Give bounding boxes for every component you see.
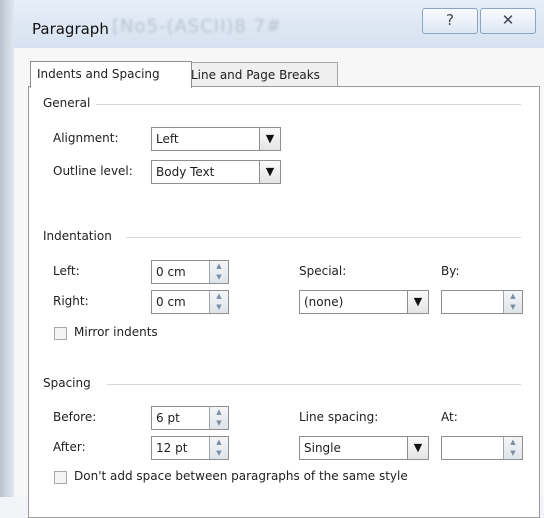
close-icon: ✕ <box>501 11 515 29</box>
blurred-title-text: [No5-(ASCII)8 7# <box>112 16 283 37</box>
mirror-indents-label: Mirror indents <box>74 325 158 339</box>
line-spacing-label: Line spacing: <box>299 410 379 424</box>
right-indent-value: 0 cm <box>156 295 186 309</box>
by-input[interactable]: ▲ ▼ <box>441 290 523 314</box>
close-button[interactable]: ✕ <box>480 8 536 34</box>
spin-arrows-icon[interactable]: ▲ ▼ <box>209 407 228 429</box>
left-indent-label: Left: <box>53 264 80 278</box>
outline-level-dropdown[interactable]: Body Text ▼ <box>151 160 281 184</box>
dialog-body: Indents and Spacing Line and Page Breaks… <box>14 48 544 518</box>
general-rule <box>96 104 521 105</box>
help-button[interactable]: ? <box>422 8 478 34</box>
line-spacing-dropdown[interactable]: Single ▼ <box>299 436 429 460</box>
tab-line-and-page-breaks-label: Line and Page Breaks <box>191 68 320 82</box>
before-spacing-value: 6 pt <box>156 411 180 425</box>
spin-arrows-icon[interactable]: ▲ ▼ <box>503 291 522 313</box>
spin-arrows-icon[interactable]: ▲ ▼ <box>503 437 522 459</box>
indentation-rule <box>126 237 521 238</box>
right-indent-label: Right: <box>53 294 89 308</box>
tab-line-and-page-breaks[interactable]: Line and Page Breaks <box>184 62 338 87</box>
dialog-title: Paragraph <box>32 20 109 38</box>
before-spacing-input[interactable]: 6 pt ▲ ▼ <box>151 406 229 430</box>
chevron-down-icon[interactable]: ▼ <box>259 128 280 150</box>
left-window-shadow <box>0 0 14 497</box>
special-value: (none) <box>304 295 344 309</box>
outline-level-value: Body Text <box>156 165 215 179</box>
before-label: Before: <box>53 410 97 424</box>
outline-level-label: Outline level: <box>53 164 133 178</box>
spin-arrows-icon[interactable]: ▲ ▼ <box>209 437 228 459</box>
after-spacing-value: 12 pt <box>156 441 188 455</box>
special-label: Special: <box>299 264 347 278</box>
spin-arrows-icon[interactable]: ▲ ▼ <box>209 261 228 283</box>
at-input[interactable]: ▲ ▼ <box>441 436 523 460</box>
tab-panel: General Alignment: Left ▼ Outline level:… <box>28 86 540 518</box>
mirror-indents-checkbox[interactable] <box>54 327 67 340</box>
paragraph-dialog-frame: Paragraph [No5-(ASCII)8 7# ? ✕ Indents a… <box>0 0 544 518</box>
at-label: At: <box>441 410 458 424</box>
special-dropdown[interactable]: (none) ▼ <box>299 290 429 314</box>
by-label: By: <box>441 264 460 278</box>
after-spacing-input[interactable]: 12 pt ▲ ▼ <box>151 436 229 460</box>
indentation-heading: Indentation <box>43 229 112 243</box>
question-mark-icon: ? <box>446 11 454 29</box>
spin-arrows-icon[interactable]: ▲ ▼ <box>209 291 228 313</box>
left-indent-input[interactable]: 0 cm ▲ ▼ <box>151 260 229 284</box>
chevron-down-icon[interactable]: ▼ <box>407 437 428 459</box>
titlebar: Paragraph [No5-(ASCII)8 7# ? ✕ <box>14 0 544 49</box>
tab-indents-and-spacing[interactable]: Indents and Spacing <box>30 61 192 88</box>
right-indent-input[interactable]: 0 cm ▲ ▼ <box>151 290 229 314</box>
after-label: After: <box>53 440 86 454</box>
left-indent-value: 0 cm <box>156 265 186 279</box>
alignment-value: Left <box>156 132 179 146</box>
spacing-rule <box>107 384 521 385</box>
tab-indents-and-spacing-label: Indents and Spacing <box>37 67 160 81</box>
dont-add-space-checkbox[interactable] <box>54 471 67 484</box>
spacing-heading: Spacing <box>43 376 91 390</box>
general-heading: General <box>43 96 91 110</box>
alignment-dropdown[interactable]: Left ▼ <box>151 127 281 151</box>
dont-add-space-label: Don't add space between paragraphs of th… <box>74 469 408 483</box>
alignment-label: Alignment: <box>53 131 119 145</box>
chevron-down-icon[interactable]: ▼ <box>259 161 280 183</box>
chevron-down-icon[interactable]: ▼ <box>407 291 428 313</box>
line-spacing-value: Single <box>304 441 341 455</box>
